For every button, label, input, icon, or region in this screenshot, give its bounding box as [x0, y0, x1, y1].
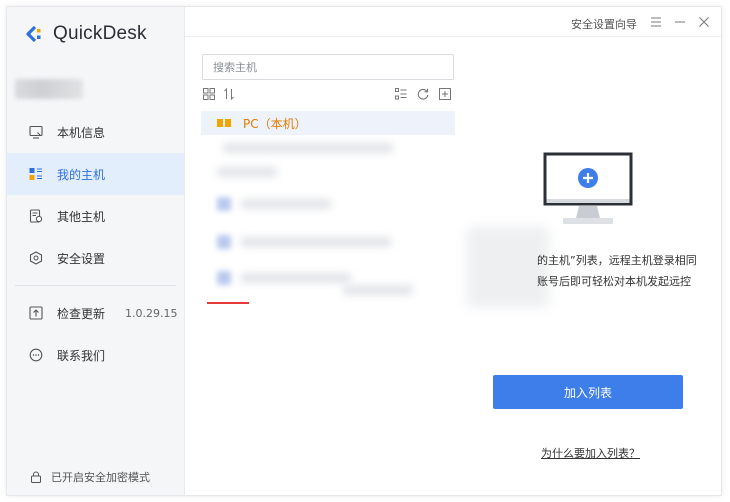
- grid-view-icon[interactable]: [202, 87, 216, 101]
- pc-icon: [217, 119, 231, 127]
- sidebar-item-check-update[interactable]: 检查更新 1.0.29.15: [7, 292, 184, 334]
- sidebar-item-my-hosts[interactable]: 我的主机: [7, 153, 184, 195]
- close-icon[interactable]: [697, 15, 711, 29]
- minimize-icon[interactable]: [673, 15, 687, 29]
- sidebar-item-label: 安全设置: [57, 251, 106, 266]
- encryption-status-label: 已开启安全加密模式: [51, 471, 150, 484]
- empty-state-description: 的主机”列表，远程主机登录相同 账号后即可轻松对本机发起远控: [537, 250, 723, 292]
- host-name: PC（本机）: [243, 116, 307, 131]
- monitor-info-icon: [29, 125, 43, 139]
- list-highlight-bar: [207, 302, 249, 304]
- sidebar-divider: [15, 285, 176, 286]
- host-list-panel: PC（本机）: [193, 47, 463, 487]
- lock-icon: [29, 470, 43, 484]
- sidebar-item-label: 我的主机: [57, 167, 106, 182]
- sidebar-item-local-info[interactable]: 本机信息: [7, 111, 184, 153]
- empty-state-panel: 的主机”列表，远程主机登录相同 账号后即可轻松对本机发起远控 加入列表 为什么要…: [467, 37, 721, 497]
- sidebar-item-label: 检查更新: [57, 306, 106, 321]
- chat-icon: [29, 348, 43, 362]
- security-wizard-link[interactable]: 安全设置向导: [571, 16, 637, 32]
- account-avatar[interactable]: [15, 79, 83, 99]
- sidebar: QuickDesk 本机信息 我的主机 其他主机 安全设置 检查更新 1.0.2…: [7, 7, 185, 495]
- encryption-status: 已开启安全加密模式: [29, 469, 150, 485]
- sidebar-item-label: 本机信息: [57, 125, 106, 140]
- host-item-local-pc[interactable]: PC（本机）: [201, 111, 455, 135]
- description-line: 的主机”列表，远程主机登录相同: [537, 254, 697, 267]
- sidebar-nav: 本机信息 我的主机 其他主机 安全设置 检查更新 1.0.29.15 联系我们: [7, 111, 184, 376]
- redacted-host-list: [193, 135, 463, 305]
- app-name: QuickDesk: [53, 23, 147, 44]
- shield-icon: [29, 251, 43, 265]
- sidebar-item-label: 其他主机: [57, 209, 106, 224]
- quickdesk-logo-icon: [26, 25, 41, 43]
- app-window: QuickDesk 本机信息 我的主机 其他主机 安全设置 检查更新 1.0.2…: [6, 6, 722, 496]
- search-input[interactable]: [202, 54, 454, 80]
- sort-icon[interactable]: [222, 87, 236, 101]
- other-hosts-icon: [29, 209, 43, 223]
- sidebar-item-security[interactable]: 安全设置: [7, 237, 184, 279]
- sidebar-item-other-hosts[interactable]: 其他主机: [7, 195, 184, 237]
- refresh-icon[interactable]: [416, 87, 430, 101]
- brand: QuickDesk: [25, 19, 147, 49]
- sidebar-item-contact[interactable]: 联系我们: [7, 334, 184, 376]
- menu-icon[interactable]: [649, 15, 663, 29]
- description-line: 账号后即可轻松对本机发起远控: [537, 275, 691, 288]
- list-view-icon[interactable]: [394, 87, 408, 101]
- sidebar-item-label: 联系我们: [57, 348, 106, 363]
- add-host-icon[interactable]: [438, 87, 452, 101]
- add-to-list-button[interactable]: 加入列表: [493, 375, 683, 409]
- update-icon: [29, 306, 43, 320]
- monitor-add-illustration: [543, 152, 633, 224]
- title-bar: 安全设置向导: [185, 7, 721, 37]
- version-number: 1.0.29.15: [125, 306, 178, 320]
- why-add-link[interactable]: 为什么要加入列表？: [541, 445, 640, 461]
- host-list-toolbar: [202, 87, 454, 103]
- host-list-icon: [29, 167, 43, 181]
